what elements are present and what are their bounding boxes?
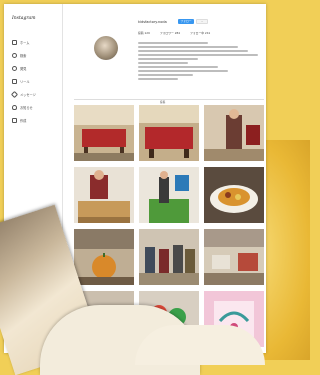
photo-child-crafting[interactable] [74,167,134,223]
follow-button[interactable]: フォロー [178,19,194,24]
sidebar-item-label: 検索 [20,53,27,58]
reels-icon [12,78,17,84]
bio-line [138,78,178,80]
tab-divider [74,99,264,100]
photo-billiards-table-1[interactable] [74,105,134,161]
bio-line [138,50,248,52]
sidebar-item-label: ホーム [20,40,30,45]
stat-following[interactable]: フォロー中 241 [190,31,210,35]
sidebar-item-label: 発見 [20,66,27,71]
photo-hall-wide[interactable] [204,229,264,285]
photo-food-plate[interactable] [204,167,264,223]
bio-line [138,62,188,64]
stat-followers[interactable]: フォロワー 284 [160,31,180,35]
bio-line [138,46,238,48]
message-icon [10,90,19,98]
bio-line [138,70,228,72]
tab-posts[interactable]: 投稿 [160,100,165,104]
photo-green-mat[interactable] [139,167,199,223]
search-icon [12,52,17,58]
instagram-logo[interactable]: Instagram [12,16,35,21]
heart-icon [12,104,17,110]
bio-line [138,54,258,56]
sidebar-item-label: メッセージ [20,92,36,97]
home-icon [12,39,17,45]
sidebar-item-create[interactable]: 作成 [12,116,26,124]
avatar[interactable] [94,36,118,60]
bio-line [138,58,198,60]
bio-line [138,66,218,68]
compass-icon [12,65,17,71]
sidebar-item-search[interactable]: 検索 [12,51,26,59]
profile-main: kidsfactory.noda フォロー ... 投稿 129 フォロワー 2… [66,4,266,353]
bio-line [138,42,208,44]
sidebar-item-reels[interactable]: リール [12,77,30,85]
photo-group-kids[interactable] [139,229,199,285]
photo-hall-pumpkin[interactable] [74,229,134,285]
more-button[interactable]: ... [196,19,208,24]
foreground-card-secondary [135,325,265,365]
sidebar-item-label: お知らせ [20,105,33,110]
profile-stats: 投稿 129 フォロワー 284 フォロー中 241 [138,31,210,35]
stat-posts: 投稿 129 [138,31,150,35]
sidebar-item-home[interactable]: ホーム [12,38,29,46]
bio-line [138,74,193,76]
plus-icon [12,117,17,123]
photo-person-standing[interactable] [204,105,264,161]
sidebar-item-label: リール [20,79,30,84]
sidebar-item-label: 作成 [20,118,27,123]
sidebar-item-explore[interactable]: 発見 [12,64,26,72]
sidebar-item-messages[interactable]: メッセージ [10,90,36,98]
photo-billiards-table-2[interactable] [139,105,199,161]
profile-username: kidsfactory.noda [138,20,167,24]
sidebar-item-notifications[interactable]: お知らせ [12,103,33,111]
